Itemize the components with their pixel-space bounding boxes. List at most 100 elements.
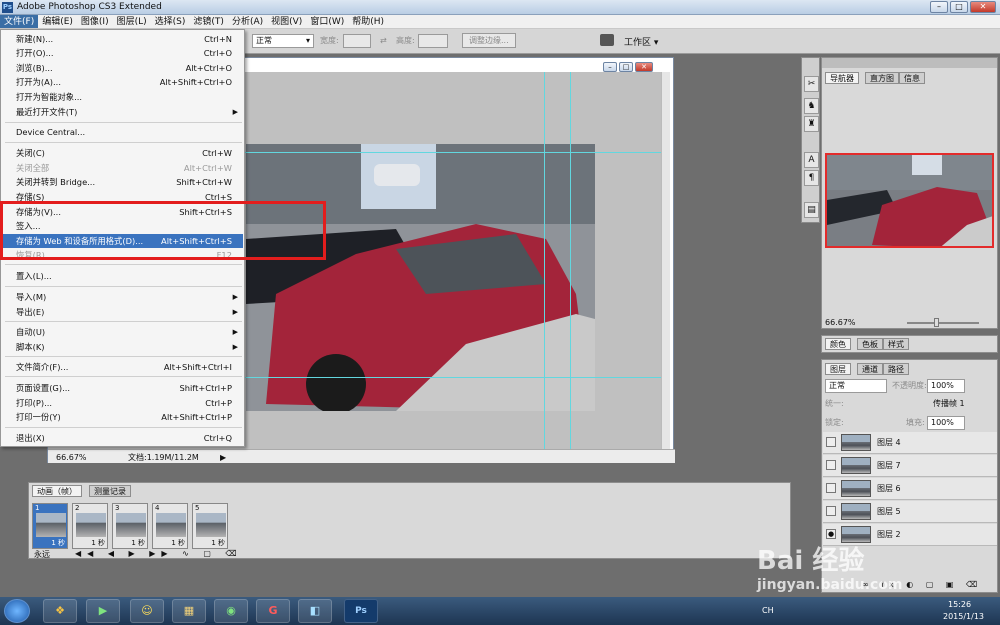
app-icon[interactable]: ❖	[43, 599, 77, 623]
tab-measurement-log[interactable]: 测量记录	[89, 485, 131, 497]
brush-icon[interactable]: ♞	[804, 98, 819, 114]
menu-item-scripts[interactable]: 脚本(K) ▶	[2, 340, 243, 354]
menu-view[interactable]: 视图(V)	[267, 15, 306, 28]
app-icon[interactable]: ◧	[298, 599, 332, 623]
folder-icon[interactable]: ▦	[172, 599, 206, 623]
menu-analysis[interactable]: 分析(A)	[228, 15, 267, 28]
doc-maximize-button[interactable]: □	[619, 62, 633, 72]
doc-close-button[interactable]: ✕	[635, 62, 653, 72]
clone-icon[interactable]: ♜	[804, 116, 819, 132]
menu-item-close[interactable]: 关闭(C) Ctrl+W	[2, 146, 243, 160]
vertical-scrollbar[interactable]	[661, 72, 670, 452]
navigator-zoom-slider[interactable]	[907, 322, 979, 324]
frame-delay[interactable]: 1 秒	[171, 538, 185, 548]
menu-item-open-smart-object[interactable]: 打开为智能对象...	[2, 90, 243, 104]
menu-select[interactable]: 选择(S)	[151, 15, 190, 28]
tab-navigator[interactable]: 导航器	[825, 72, 859, 84]
style-select[interactable]: 正常 ▾	[252, 34, 314, 48]
guide-line[interactable]	[544, 72, 545, 452]
layer-row[interactable]: 图层 6	[823, 478, 997, 500]
menu-item-open[interactable]: 打开(O)... Ctrl+O	[2, 46, 243, 60]
animation-frame[interactable]: 5 1 秒	[192, 503, 228, 549]
tab-styles[interactable]: 样式	[883, 338, 909, 350]
maximize-button[interactable]: □	[950, 1, 968, 13]
menu-item-automate[interactable]: 自动(U) ▶	[2, 325, 243, 339]
blend-mode-select[interactable]: 正常	[825, 379, 887, 393]
eye-icon[interactable]: ●	[826, 529, 836, 539]
ime-indicator[interactable]: CH	[762, 606, 774, 615]
tab-animation-frames[interactable]: 动画（帧）	[32, 485, 82, 497]
menu-item-export[interactable]: 导出(E) ▶	[2, 305, 243, 319]
doc-minimize-button[interactable]: –	[603, 62, 617, 72]
photoshop-taskbar-button[interactable]: Ps	[344, 599, 378, 623]
menu-item-close-all[interactable]: 关闭全部 Alt+Ctrl+W	[2, 161, 243, 175]
layer-row[interactable]: 图层 7	[823, 455, 997, 477]
opacity-field[interactable]: 100%	[927, 379, 965, 393]
animation-frame[interactable]: 2 1 秒	[72, 503, 108, 549]
propagate-frame-label[interactable]: 传播帧 1	[933, 397, 965, 411]
menu-item-place[interactable]: 置入(L)...	[2, 269, 243, 283]
menu-item-browse[interactable]: 浏览(B)... Alt+Ctrl+O	[2, 61, 243, 75]
eye-icon[interactable]	[826, 460, 836, 470]
layer-row[interactable]: 图层 5	[823, 501, 997, 523]
fill-field[interactable]: 100%	[927, 416, 965, 430]
menu-item-page-setup[interactable]: 页面设置(G)... Shift+Ctrl+P	[2, 381, 243, 395]
eye-icon[interactable]	[826, 506, 836, 516]
animation-frame[interactable]: 4 1 秒	[152, 503, 188, 549]
paragraph-icon[interactable]: ¶	[804, 170, 819, 186]
menu-help[interactable]: 帮助(H)	[348, 15, 388, 28]
tab-channels[interactable]: 通道	[857, 363, 883, 375]
navigator-preview[interactable]	[825, 153, 994, 248]
layer-row[interactable]: 图层 4	[823, 432, 997, 454]
app-icon[interactable]: ▶	[86, 599, 120, 623]
eye-icon[interactable]	[826, 437, 836, 447]
zoom-readout[interactable]: 66.67%	[56, 451, 87, 464]
playback-controls[interactable]: ◀◀ ◀ ▶ ▶▶ ∿ ▢ ⌫	[75, 549, 243, 558]
menu-filter[interactable]: 滤镜(T)	[189, 15, 228, 28]
animation-frame[interactable]: 1 1 秒	[32, 503, 68, 549]
frame-delay[interactable]: 1 秒	[51, 538, 65, 548]
menu-item-file-info[interactable]: 文件简介(F)... Alt+Shift+Ctrl+I	[2, 360, 243, 374]
tab-histogram[interactable]: 直方图	[865, 72, 899, 84]
menu-window[interactable]: 窗口(W)	[306, 15, 348, 28]
menu-file[interactable]: 文件(F)	[0, 15, 39, 28]
tools-icon[interactable]: ✂	[804, 76, 819, 92]
menu-item-recent-files[interactable]: 最近打开文件(T) ▶	[2, 105, 243, 119]
guide-line[interactable]	[570, 72, 571, 452]
frame-delay[interactable]: 1 秒	[91, 538, 105, 548]
clock-time[interactable]: 15:26	[948, 600, 971, 609]
menu-layer[interactable]: 图层(L)	[113, 15, 151, 28]
menu-image[interactable]: 图像(I)	[77, 15, 113, 28]
character-icon[interactable]: A	[804, 152, 819, 168]
eye-icon[interactable]	[826, 483, 836, 493]
tab-swatches[interactable]: 色板	[857, 338, 883, 350]
menu-edit[interactable]: 编辑(E)	[38, 15, 77, 28]
menu-item-new[interactable]: 新建(N)... Ctrl+N	[2, 32, 243, 46]
close-button[interactable]: ✕	[970, 1, 996, 13]
menu-item-print-one-copy[interactable]: 打印一份(Y) Alt+Shift+Ctrl+P	[2, 410, 243, 424]
menu-item-import[interactable]: 导入(M) ▶	[2, 290, 243, 304]
clock-date[interactable]: 2015/1/13	[943, 612, 984, 621]
panel-grip[interactable]	[822, 58, 997, 68]
workspace-button[interactable]: 工作区 ▾	[624, 35, 658, 48]
frame-delay[interactable]: 1 秒	[211, 538, 225, 548]
chevron-right-icon[interactable]: ▶	[220, 451, 226, 464]
menu-item-close-go-bridge[interactable]: 关闭并转到 Bridge... Shift+Ctrl+W	[2, 175, 243, 189]
height-field[interactable]	[418, 34, 448, 48]
swap-icon[interactable]: ⇄	[380, 34, 387, 48]
menu-item-open-as[interactable]: 打开为(A)... Alt+Shift+Ctrl+O	[2, 75, 243, 89]
tab-color[interactable]: 颜色	[825, 338, 851, 350]
tab-paths[interactable]: 路径	[883, 363, 909, 375]
slider-handle[interactable]	[934, 318, 939, 327]
menu-item-device-central[interactable]: Device Central...	[2, 125, 243, 139]
app-icon[interactable]: G	[256, 599, 290, 623]
animation-frame[interactable]: 3 1 秒	[112, 503, 148, 549]
menu-item-print[interactable]: 打印(P)... Ctrl+P	[2, 396, 243, 410]
tab-info[interactable]: 信息	[899, 72, 925, 84]
notes-icon[interactable]: ▤	[804, 202, 819, 218]
menu-item-exit[interactable]: 退出(X) Ctrl+Q	[2, 431, 243, 445]
app-icon[interactable]: ☺	[130, 599, 164, 623]
minimize-button[interactable]: –	[930, 1, 948, 13]
app-icon[interactable]: ◉	[214, 599, 248, 623]
start-button[interactable]	[4, 599, 30, 623]
